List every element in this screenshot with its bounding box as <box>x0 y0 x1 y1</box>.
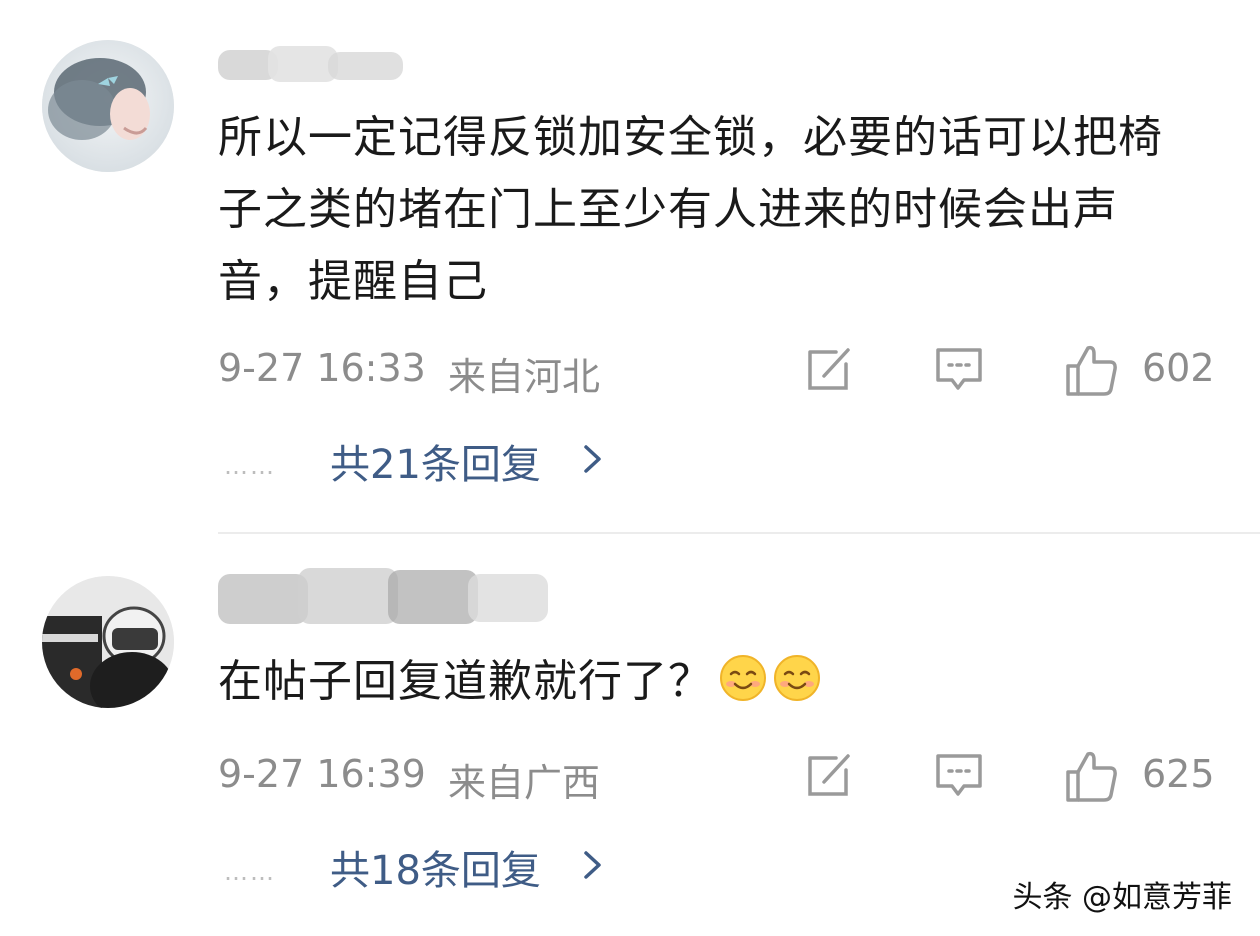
chevron-right-icon <box>584 851 601 879</box>
edit-button[interactable] <box>802 748 856 802</box>
like-count: 625 <box>1142 752 1215 796</box>
like-count: 602 <box>1142 346 1215 390</box>
comment-text: 在帖子回复道歉就行了？ <box>218 646 1198 718</box>
dots-decoration: …… <box>224 452 276 480</box>
comment-time: 9-27 16:33 <box>218 346 426 390</box>
comment-location: 来自河北 <box>448 355 601 399</box>
reply-button[interactable] <box>932 342 986 396</box>
comment-text: 所以一定记得反锁加安全锁，必要的话可以把椅子之类的堵在门上至少有人进来的时候会出… <box>218 112 1163 307</box>
comment-icon <box>936 348 982 390</box>
comment-meta: 9-27 16:33 来自河北 602 <box>218 342 1260 402</box>
replies-count-label[interactable]: 共18条回复 <box>330 838 541 896</box>
avatar[interactable] <box>42 576 174 708</box>
view-replies-link[interactable]: …… 共18条回复 <box>218 836 718 896</box>
smiling-face-emoji <box>773 652 821 701</box>
chevron-right-icon <box>584 445 601 473</box>
username-blurred[interactable] <box>218 564 548 634</box>
comment-item: 所以一定记得反锁加安全锁，必要的话可以把椅子之类的堵在门上至少有人进来的时候会出… <box>0 0 1260 532</box>
comment-time: 9-27 16:39 <box>218 752 426 796</box>
edit-button[interactable] <box>802 342 856 396</box>
username-blurred[interactable] <box>218 44 403 84</box>
watermark: 头条 @如意芳菲 <box>1012 880 1232 915</box>
avatar[interactable] <box>42 40 174 172</box>
replies-count-label[interactable]: 共21条回复 <box>330 432 541 490</box>
comment-text-content: 在帖子回复道歉就行了？ <box>218 656 713 707</box>
thumbs-up-icon <box>1066 345 1117 396</box>
comment-icon <box>936 754 982 796</box>
dots-decoration: …… <box>224 858 276 886</box>
reply-button[interactable] <box>932 748 986 802</box>
comment-meta: 9-27 16:39 来自广西 625 <box>218 748 1260 808</box>
edit-icon <box>808 754 850 796</box>
thumbs-up-icon <box>1066 751 1117 802</box>
edit-icon <box>808 348 850 390</box>
view-replies-link[interactable]: …… 共21条回复 <box>218 430 718 490</box>
like-button[interactable]: 602 <box>1064 342 1224 396</box>
smiling-face-emoji <box>719 652 767 701</box>
comment-location: 来自广西 <box>448 761 601 805</box>
like-button[interactable]: 625 <box>1064 748 1224 802</box>
